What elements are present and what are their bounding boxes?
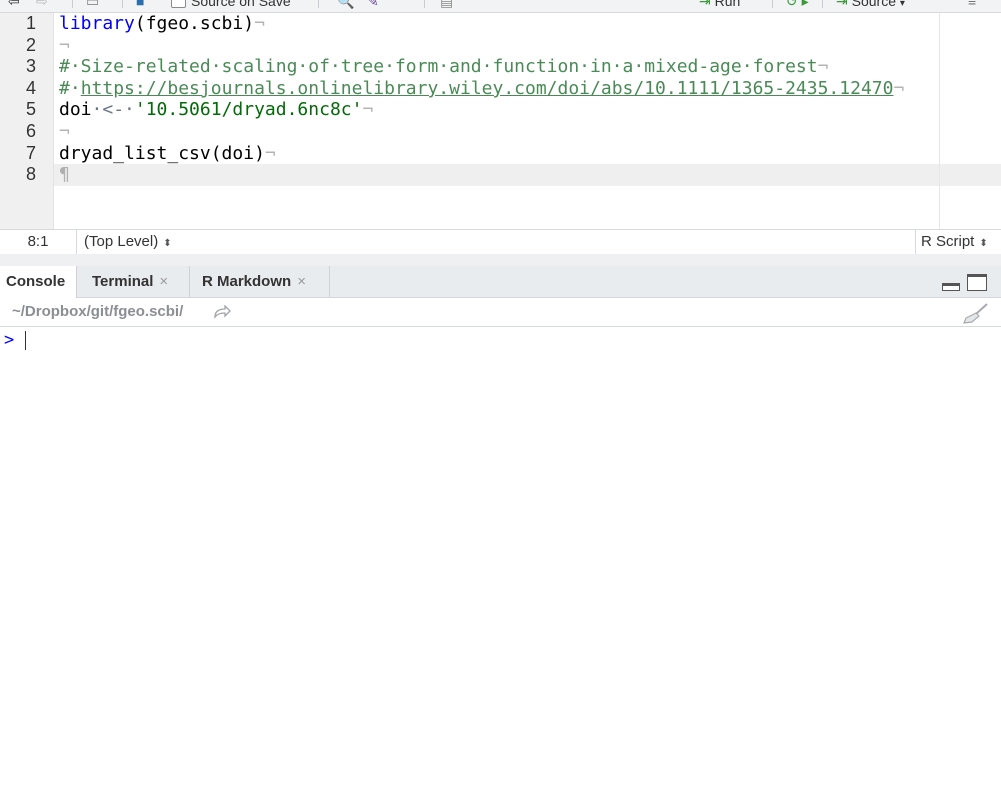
go-to-directory-icon[interactable] [213, 305, 231, 319]
code-line-2[interactable]: ¬ [59, 35, 70, 57]
toolbar-separator [772, 0, 773, 8]
run-button[interactable]: ⇥ Run [699, 0, 740, 10]
code-line-1[interactable]: library(fgeo.scbi)¬ [59, 13, 265, 35]
tab-console[interactable]: Console [0, 266, 77, 298]
close-icon[interactable]: × [159, 273, 168, 290]
eol-marker: ¬ [893, 77, 905, 99]
rerun-icon[interactable]: ↺ ▸ [786, 0, 809, 10]
active-line-highlight [54, 164, 1001, 186]
scope-label: (Top Level) [84, 233, 159, 250]
code-args: (fgeo.scbi) [134, 13, 255, 34]
source-on-save-checkbox[interactable]: Source on Save [171, 0, 291, 9]
outline-icon[interactable]: ≡ [968, 0, 976, 9]
close-icon[interactable]: × [297, 273, 306, 290]
tab-terminal[interactable]: Terminal × [78, 266, 190, 297]
code-comment: #·Size-related·scaling·of·tree·form·and·… [59, 56, 818, 78]
console-tab-bar: Console Terminal × R Markdown × [0, 266, 1001, 298]
code-line-3[interactable]: #·Size-related·scaling·of·tree·form·and·… [59, 56, 828, 78]
code-editor[interactable]: 1 2 3 4 5 6 7 8 library(fgeo.scbi)¬ ¬ #·… [0, 13, 1001, 229]
line-number: 4 [25, 77, 36, 98]
eol-marker: ¬ [264, 142, 276, 164]
tab-r-markdown[interactable]: R Markdown × [190, 266, 330, 297]
code-tools-wand-icon[interactable]: ✎ [367, 0, 379, 10]
code-line-4[interactable]: #·https://besjournals.onlinelibrary.wile… [59, 78, 904, 100]
updown-icon: ⬍ [163, 238, 172, 249]
line-number: 1 [25, 13, 36, 33]
console-header: ~/Dropbox/git/fgeo.scbi/ [0, 298, 1001, 327]
show-in-window-icon[interactable]: ▭ [86, 0, 99, 10]
clear-console-broom-icon[interactable] [962, 302, 990, 324]
line-number: 7 [25, 142, 36, 163]
console-output[interactable]: > [0, 327, 1001, 798]
code-line-6[interactable]: ¬ [59, 121, 70, 143]
file-type-selector[interactable]: R Script ⬍ [915, 230, 1001, 254]
line-number: 8 [25, 164, 36, 185]
comment-url-link[interactable]: https://besjournals.onlinelibrary.wiley.… [81, 78, 894, 99]
comment-hash: #· [59, 77, 81, 99]
save-icon[interactable]: ■ [136, 0, 144, 9]
back-arrow-icon[interactable]: ⇦ [8, 0, 20, 10]
text-caret [25, 331, 26, 350]
line-number: 5 [25, 99, 36, 120]
pane-splitter[interactable] [0, 254, 1001, 266]
eol-marker: ¬ [362, 99, 374, 121]
file-type-label: R Script [921, 233, 975, 250]
code-line-7[interactable]: dryad_list_csv(doi)¬ [59, 143, 276, 165]
console-prompt: > [4, 330, 15, 350]
editor-toolbar: ⇦ ⇨ ▭ ■ Source on Save 🔍 ✎ ▤ ⇥ Run ↺ ▸ ⇥… [0, 0, 1001, 13]
maximize-pane-icon[interactable] [967, 274, 987, 291]
line-number-gutter: 1 2 3 4 5 6 7 8 [0, 13, 54, 229]
print-margin [939, 13, 940, 229]
code-line-5[interactable]: doi·<-·'10.5061/dryad.6nc8c'¬ [59, 99, 373, 121]
checkbox-box[interactable] [171, 0, 186, 8]
toolbar-separator [424, 0, 425, 8]
cursor-position: 8:1 [0, 230, 77, 254]
toolbar-separator [72, 0, 73, 8]
eol-marker: ¬ [59, 34, 70, 56]
function-name: library [59, 13, 135, 34]
working-directory: ~/Dropbox/git/fgeo.scbi/ [12, 303, 184, 320]
toolbar-separator [318, 0, 319, 8]
line-number: 2 [25, 34, 36, 55]
tab-label: Terminal [92, 273, 154, 290]
variable-name: doi [59, 99, 92, 121]
function-name: dryad_list_csv [59, 142, 211, 164]
assignment-operator: ·<-· [91, 99, 135, 121]
tab-label: R Markdown [202, 273, 292, 290]
line-number: 3 [25, 56, 36, 77]
minimize-pane-icon[interactable] [942, 283, 960, 291]
tab-label: Console [6, 273, 66, 290]
line-number: 6 [25, 121, 36, 141]
eol-marker: ¬ [59, 121, 70, 142]
forward-arrow-icon[interactable]: ⇨ [36, 0, 48, 10]
string-literal: '10.5061/dryad.6nc8c' [134, 99, 363, 121]
eol-marker: ¬ [254, 13, 265, 34]
code-args: (doi) [210, 142, 265, 164]
source-button[interactable]: ⇥ Source ▾ [836, 0, 905, 10]
eol-marker: ¬ [817, 56, 829, 78]
code-line-8[interactable]: ¶ [59, 164, 70, 186]
scope-selector[interactable]: (Top Level) ⬍ [84, 230, 172, 254]
source-label: Source [851, 0, 896, 9]
pilcrow-marker: ¶ [59, 164, 70, 186]
source-on-save-label: Source on Save [191, 0, 291, 9]
toolbar-separator [122, 0, 123, 8]
compile-report-icon[interactable]: ▤ [440, 0, 453, 10]
run-label: Run [714, 0, 741, 9]
toolbar-separator [822, 0, 823, 8]
updown-icon: ⬍ [979, 238, 988, 249]
editor-status-bar: 8:1 (Top Level) ⬍ R Script ⬍ [0, 229, 1001, 255]
search-icon[interactable]: 🔍 [337, 0, 354, 10]
